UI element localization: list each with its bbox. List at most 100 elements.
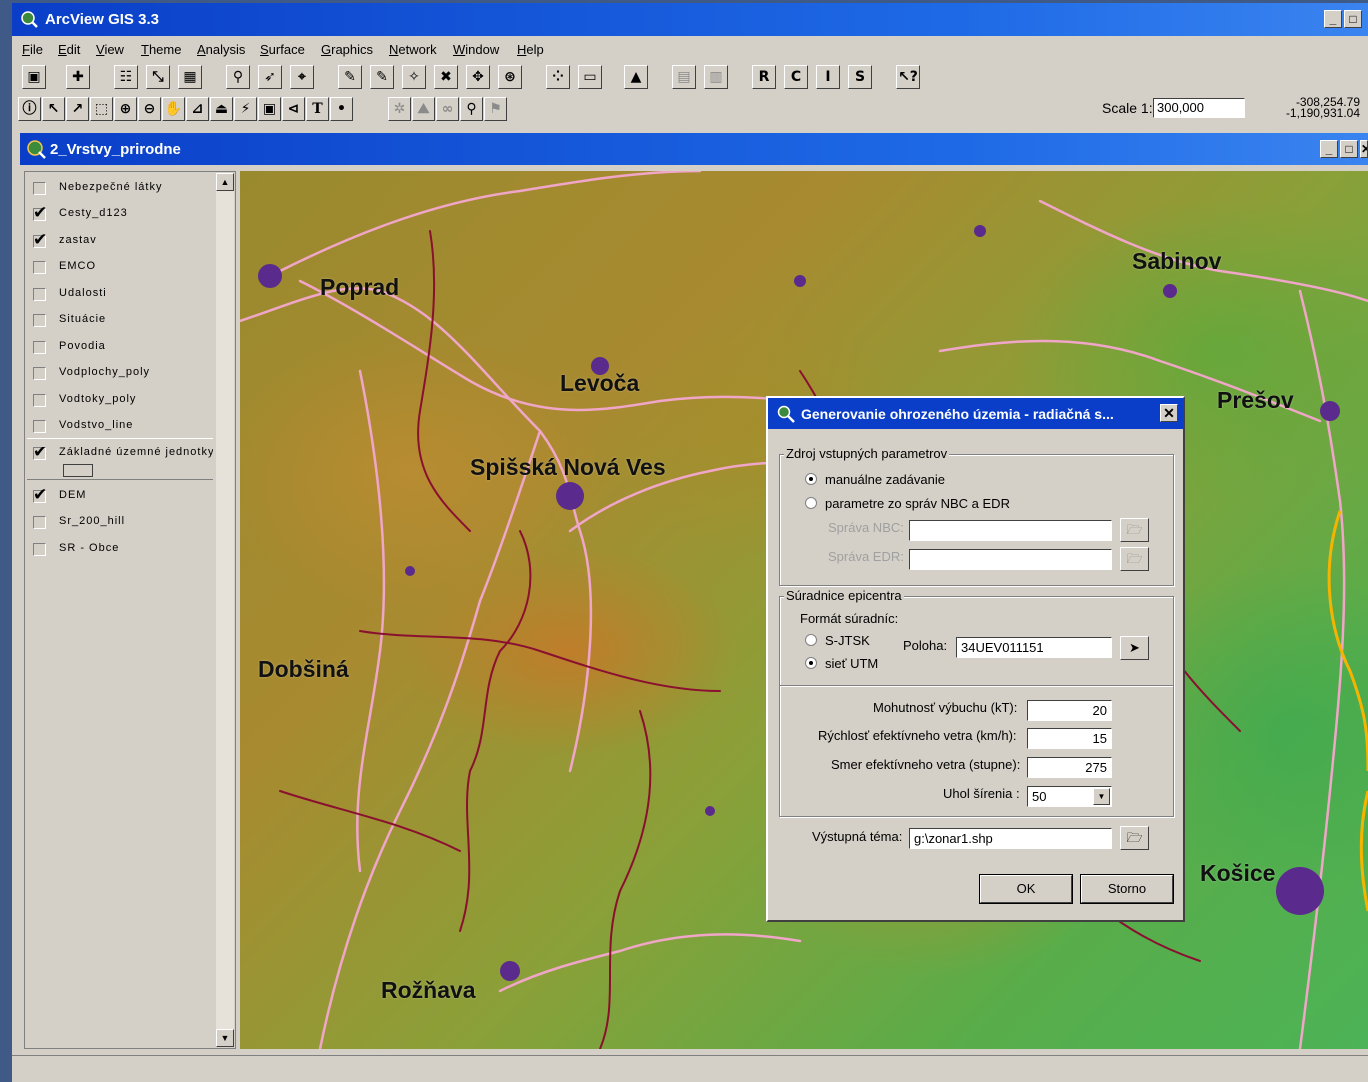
position-input[interactable]: 34UEV011151 xyxy=(956,637,1112,658)
layer-checkbox[interactable] xyxy=(33,261,46,274)
scroll-down-icon[interactable]: ▼ xyxy=(216,1029,234,1047)
menu-help[interactable]: Help xyxy=(517,42,544,57)
dialog-close-button[interactable]: ✕ xyxy=(1160,404,1178,422)
dialog-titlebar[interactable]: Generovanie ohrozeného územia - radiačná… xyxy=(768,398,1183,429)
view-minimize-button[interactable]: _ xyxy=(1320,140,1338,158)
callout-icon[interactable]: ⊲ xyxy=(282,97,305,121)
radio-manual[interactable] xyxy=(805,473,817,485)
menu-edit[interactable]: Edit xyxy=(58,42,80,57)
zoom-active-icon[interactable]: ✎ xyxy=(370,65,394,89)
yield-input[interactable]: 20 xyxy=(1027,700,1112,721)
cancel-button[interactable]: Storno xyxy=(1080,874,1174,904)
layout-icon[interactable]: ▤ xyxy=(672,65,696,89)
save-project-icon[interactable]: ▣ xyxy=(22,65,46,89)
view-close-button[interactable]: ✕ xyxy=(1360,140,1368,158)
layer-checkbox[interactable] xyxy=(33,447,48,462)
wind-speed-input[interactable]: 15 xyxy=(1027,728,1112,749)
wind-direction-input[interactable]: 275 xyxy=(1027,757,1112,778)
menu-analysis[interactable]: Analysis xyxy=(197,42,245,57)
radio-sjtsk[interactable] xyxy=(805,634,817,646)
pan-icon[interactable]: ✋ xyxy=(162,97,185,121)
zoom-in-fixed-icon[interactable]: ✖ xyxy=(434,65,458,89)
minimize-button[interactable]: _ xyxy=(1324,10,1342,28)
snap-icon[interactable]: ✲ xyxy=(388,97,411,121)
layer-checkbox[interactable] xyxy=(33,367,46,380)
layer-checkbox[interactable] xyxy=(33,516,46,529)
zoom-full-icon[interactable]: ✎ xyxy=(338,65,362,89)
toc-scrollbar[interactable]: ▲ ▼ xyxy=(216,173,234,1047)
chart-icon[interactable]: ▲ xyxy=(624,65,648,89)
vertex-edit-icon[interactable]: ↗ xyxy=(66,97,89,121)
output-input[interactable]: g:\zonar1.shp xyxy=(909,828,1112,849)
layer-checkbox[interactable] xyxy=(33,230,48,250)
theme-properties-icon[interactable]: ☷ xyxy=(114,65,138,89)
layer-checkbox[interactable] xyxy=(33,314,46,327)
zoom-selected-icon[interactable]: ✧ xyxy=(402,65,426,89)
layer-checkbox[interactable] xyxy=(33,394,46,407)
help-pointer-icon[interactable]: ↖? xyxy=(896,65,920,89)
toc-item-zakladne-jednotky[interactable]: Základné územné jednotky xyxy=(33,447,213,463)
zoom-in-icon[interactable]: ⊕ xyxy=(114,97,137,121)
view-maximize-button[interactable]: □ xyxy=(1340,140,1358,158)
text-tool-icon[interactable]: T xyxy=(306,97,329,121)
menu-graphics[interactable]: Graphics xyxy=(321,42,373,57)
layer-checkbox[interactable] xyxy=(33,420,46,433)
contour-icon[interactable]: ⛰ xyxy=(412,97,435,121)
open-table-icon[interactable]: ▦ xyxy=(178,65,202,89)
app-titlebar[interactable]: ArcView GIS 3.3 _ □ xyxy=(12,3,1368,36)
scroll-up-icon[interactable]: ▲ xyxy=(216,173,234,191)
output-browse-icon[interactable]: 🗁 xyxy=(1120,826,1149,850)
layer-checkbox[interactable] xyxy=(33,341,46,354)
identify-icon[interactable]: ⓘ xyxy=(18,97,41,121)
ok-button[interactable]: OK xyxy=(979,874,1073,904)
maximize-button[interactable]: □ xyxy=(1344,10,1362,28)
view-titlebar[interactable]: 2_Vrstvy_prirodne _ □ ✕ xyxy=(20,133,1368,165)
menu-surface[interactable]: Surface xyxy=(260,42,305,57)
binoculars-icon[interactable]: ⚲ xyxy=(460,97,483,121)
menu-file[interactable]: File xyxy=(22,42,43,57)
hotlink-icon[interactable]: ⚡ xyxy=(234,97,257,121)
grid-icon[interactable]: ▥ xyxy=(704,65,728,89)
c-button[interactable]: C xyxy=(784,65,808,89)
r-button[interactable]: R xyxy=(752,65,776,89)
pick-location-icon[interactable]: ➤ xyxy=(1120,636,1149,660)
find-icon[interactable]: ⚲ xyxy=(226,65,250,89)
zoom-out-fixed-icon[interactable]: ✥ xyxy=(466,65,490,89)
zoom-out-icon[interactable]: ⊖ xyxy=(138,97,161,121)
spectacles-icon[interactable]: ∞ xyxy=(436,97,459,121)
spread-angle-select[interactable]: 50 ▼ xyxy=(1027,786,1112,807)
layer-checkbox[interactable] xyxy=(33,485,48,505)
chevron-down-icon[interactable]: ▼ xyxy=(1093,788,1110,805)
s-button[interactable]: S xyxy=(848,65,872,89)
measure-icon[interactable]: ⊿ xyxy=(186,97,209,121)
network-tool-icon[interactable]: ⚑ xyxy=(484,97,507,121)
layer-checkbox[interactable] xyxy=(33,288,46,301)
clear-selection-icon[interactable]: ▭ xyxy=(578,65,602,89)
select-features-icon[interactable]: ⁘ xyxy=(546,65,570,89)
scale-input[interactable]: 300,000 xyxy=(1153,98,1245,118)
area-select-icon[interactable]: ▣ xyxy=(258,97,281,121)
menu-window[interactable]: Window xyxy=(453,42,499,57)
add-theme-icon[interactable]: ✚ xyxy=(66,65,90,89)
edr-browse-icon[interactable]: 🗁 xyxy=(1120,547,1149,571)
menu-view[interactable]: View xyxy=(96,42,124,57)
edr-field[interactable] xyxy=(909,549,1112,570)
nbc-browse-icon[interactable]: 🗁 xyxy=(1120,518,1149,542)
menu-theme[interactable]: Theme xyxy=(141,42,181,57)
select-feature-icon[interactable]: ⬚ xyxy=(90,97,113,121)
layer-checkbox[interactable] xyxy=(33,182,46,195)
pointer-icon[interactable]: ↖ xyxy=(42,97,65,121)
query-builder-icon[interactable]: ⌖ xyxy=(290,65,314,89)
i-button[interactable]: I xyxy=(816,65,840,89)
layer-checkbox[interactable] xyxy=(33,543,46,556)
label-icon[interactable]: ⏏ xyxy=(210,97,233,121)
edit-legend-icon[interactable]: ⤡ xyxy=(146,65,170,89)
radio-utm[interactable] xyxy=(805,657,817,669)
draw-point-icon[interactable]: • xyxy=(330,97,353,121)
zoom-previous-icon[interactable]: ⊛ xyxy=(498,65,522,89)
menu-network[interactable]: Network xyxy=(389,42,437,57)
layer-checkbox[interactable] xyxy=(33,203,48,223)
nbc-field[interactable] xyxy=(909,520,1112,541)
radio-reports[interactable] xyxy=(805,497,817,509)
locate-address-icon[interactable]: ➶ xyxy=(258,65,282,89)
